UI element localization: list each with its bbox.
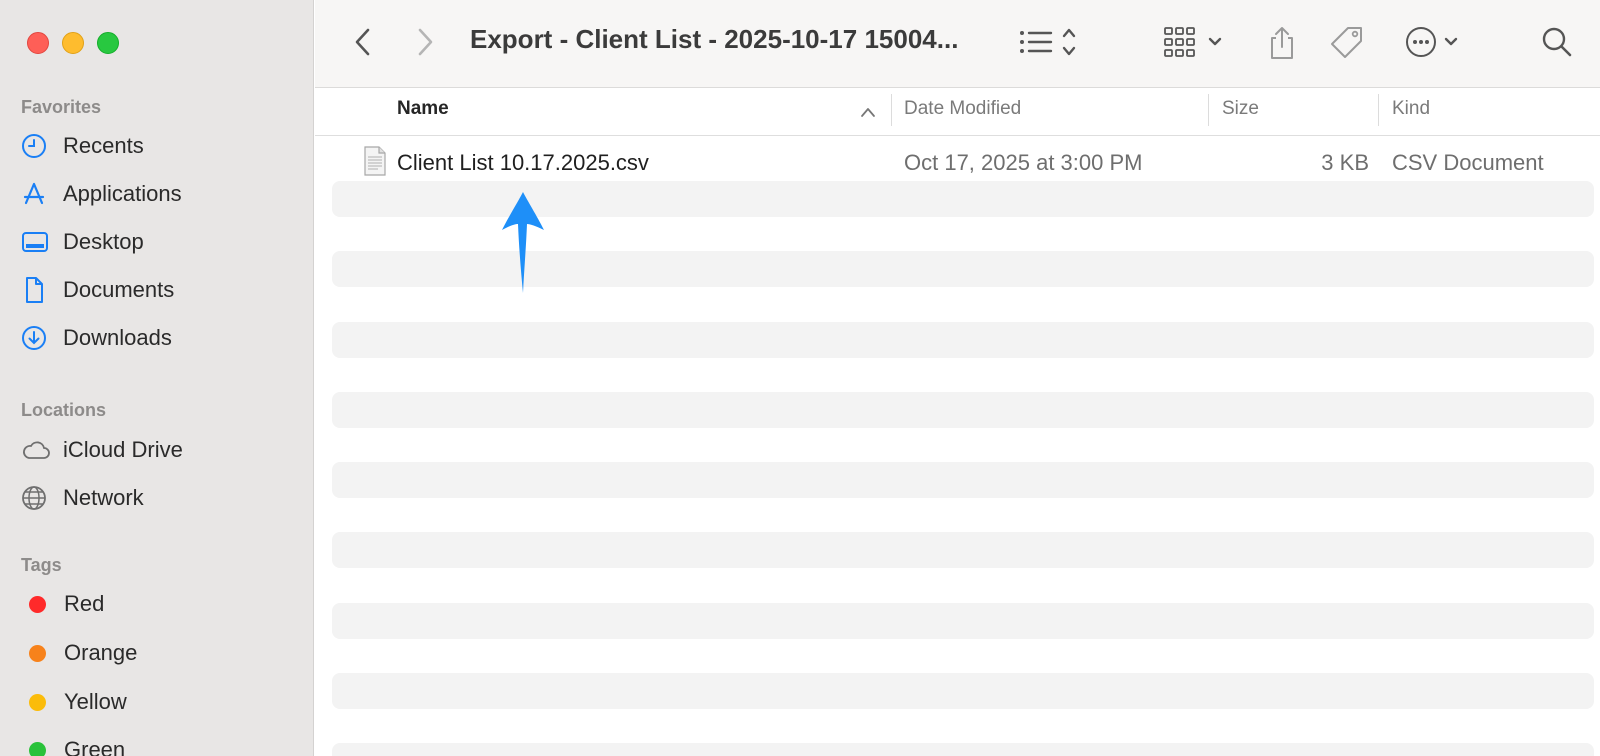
document-icon — [21, 276, 53, 304]
sidebar-tag-yellow[interactable]: Yellow — [21, 682, 127, 722]
list-view-icon — [1020, 28, 1076, 56]
empty-row-stripe — [332, 322, 1594, 358]
empty-row-stripe — [332, 392, 1594, 428]
csv-file-icon — [363, 146, 387, 182]
sidebar-item-label: Red — [64, 591, 105, 616]
sidebar-tag-red[interactable]: Red — [21, 584, 104, 624]
sidebar: Favorites Recents Applications Desktop D… — [0, 0, 314, 756]
column-divider[interactable] — [1378, 94, 1379, 126]
minimize-window-button[interactable] — [62, 32, 84, 54]
sidebar-item-label: Yellow — [64, 689, 127, 714]
annotation-arrow-icon — [502, 190, 544, 299]
sidebar-item-label: Green — [64, 737, 126, 756]
ellipsis-circle-icon — [1406, 27, 1458, 57]
share-button[interactable] — [1262, 22, 1302, 64]
chevron-left-icon — [355, 28, 370, 56]
globe-icon — [21, 484, 53, 512]
sidebar-item-downloads[interactable]: Downloads — [21, 318, 172, 358]
search-button[interactable] — [1537, 22, 1577, 62]
sidebar-item-label: Recents — [63, 133, 144, 158]
search-icon — [1542, 27, 1572, 57]
clock-icon — [21, 132, 53, 160]
column-header-date-modified[interactable]: Date Modified — [904, 98, 1021, 120]
sidebar-tag-orange[interactable]: Orange — [21, 633, 137, 673]
column-header-name[interactable]: Name — [397, 98, 449, 120]
empty-row-stripe — [332, 743, 1594, 756]
zoom-window-button[interactable] — [97, 32, 119, 54]
chevron-right-icon — [418, 28, 433, 56]
applications-icon — [21, 180, 53, 208]
file-size: 3 KB — [1321, 150, 1369, 175]
column-header-size[interactable]: Size — [1222, 98, 1259, 120]
grid-icon — [1164, 27, 1222, 57]
sidebar-item-label: Desktop — [63, 229, 144, 254]
tags-section-title: Tags — [21, 555, 62, 575]
column-divider[interactable] — [891, 94, 892, 126]
sidebar-item-icloud-drive[interactable]: iCloud Drive — [21, 430, 183, 470]
group-by-button[interactable] — [1161, 22, 1231, 62]
close-window-button[interactable] — [27, 32, 49, 54]
tag-icon — [1331, 27, 1362, 58]
sidebar-item-network[interactable]: Network — [21, 478, 144, 518]
list-view-button[interactable] — [1015, 22, 1091, 62]
sidebar-item-label: iCloud Drive — [63, 437, 183, 462]
download-icon — [21, 324, 53, 352]
desktop-icon — [21, 228, 53, 256]
sidebar-item-label: Downloads — [63, 325, 172, 350]
more-actions-button[interactable] — [1404, 22, 1466, 62]
share-icon — [1271, 27, 1293, 59]
toolbar: Export - Client List - 2025-10-17 15004.… — [315, 0, 1600, 88]
back-button[interactable] — [345, 24, 381, 60]
sidebar-item-label: Orange — [64, 640, 138, 665]
file-kind: CSV Document — [1392, 150, 1544, 175]
column-header-kind[interactable]: Kind — [1392, 98, 1430, 120]
window-controls — [27, 32, 119, 54]
green-tag-dot-icon — [29, 741, 46, 756]
empty-row-stripe — [332, 673, 1594, 709]
sidebar-item-recents[interactable]: Recents — [21, 126, 144, 166]
sort-ascending-icon — [860, 105, 876, 123]
empty-row-stripe — [332, 462, 1594, 498]
file-name: Client List 10.17.2025.csv — [397, 150, 649, 175]
sidebar-item-documents[interactable]: Documents — [21, 270, 174, 310]
favorites-section-title: Favorites — [21, 97, 102, 117]
locations-section-title: Locations — [21, 400, 107, 420]
cloud-icon — [21, 436, 53, 464]
column-divider[interactable] — [1208, 94, 1209, 126]
sidebar-item-applications[interactable]: Applications — [21, 174, 182, 214]
forward-button[interactable] — [407, 24, 443, 60]
orange-tag-dot-icon — [29, 644, 46, 662]
sidebar-item-label: Documents — [63, 277, 175, 302]
empty-row-stripe — [332, 603, 1594, 639]
table-row[interactable]: Client List 10.17.2025.csv Oct 17, 2025 … — [315, 144, 1600, 180]
tag-button[interactable] — [1327, 22, 1367, 64]
red-tag-dot-icon — [29, 595, 46, 613]
window-title: Export - Client List - 2025-10-17 15004.… — [470, 24, 959, 54]
column-header-row: Name Date Modified Size Kind — [315, 88, 1600, 136]
sidebar-item-desktop[interactable]: Desktop — [21, 222, 144, 262]
yellow-tag-dot-icon — [29, 693, 46, 711]
sidebar-item-label: Network — [63, 485, 144, 510]
empty-row-stripe — [332, 532, 1594, 568]
sidebar-item-label: Applications — [63, 181, 182, 206]
file-date-modified: Oct 17, 2025 at 3:00 PM — [904, 150, 1143, 175]
sidebar-tag-green[interactable]: Green — [21, 730, 125, 756]
